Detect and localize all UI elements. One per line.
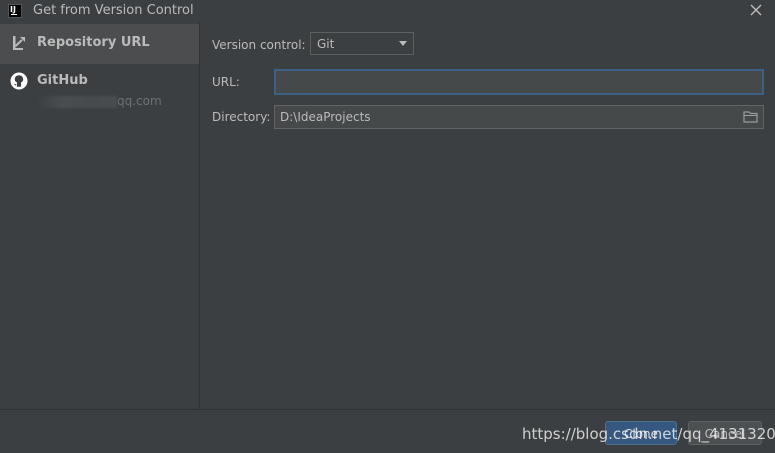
sidebar-item-github[interactable]: GitHub qq.com	[0, 66, 199, 116]
main-panel: Version control: Git URL: Directory:	[200, 22, 775, 409]
github-icon	[10, 72, 28, 90]
account-email-suffix: qq.com	[117, 94, 162, 108]
directory-label: Directory:	[212, 110, 271, 124]
close-icon[interactable]	[749, 3, 763, 17]
version-control-value: Git	[317, 37, 335, 51]
version-control-label: Version control:	[212, 38, 306, 52]
vcs-branch-icon	[10, 34, 28, 52]
sidebar: Repository URL GitHub qq.com	[0, 22, 200, 409]
chevron-down-icon	[399, 41, 407, 46]
github-account: qq.com	[37, 94, 162, 108]
url-label: URL:	[212, 75, 240, 89]
clone-button[interactable]: Clone	[605, 421, 677, 445]
sidebar-item-label: Repository URL	[37, 35, 150, 50]
sidebar-item-label: GitHub	[37, 73, 88, 88]
sidebar-item-repository-url[interactable]: Repository URL	[0, 24, 199, 64]
button-bar: Clone Cancel https://blog.csdn.net/qq_41…	[0, 409, 775, 453]
directory-field	[274, 105, 764, 129]
version-control-select[interactable]: Git	[310, 32, 414, 55]
folder-icon[interactable]	[743, 110, 759, 124]
url-input[interactable]	[274, 69, 764, 95]
window-title: Get from Version Control	[33, 3, 194, 18]
title-bar: IJ Get from Version Control	[0, 0, 775, 22]
cancel-button[interactable]: Cancel	[688, 421, 762, 445]
dialog-window: IJ Get from Version Control Repository U…	[0, 0, 775, 453]
intellij-idea-icon: IJ	[8, 4, 22, 18]
redacted-region	[37, 95, 117, 108]
directory-input[interactable]	[275, 106, 735, 128]
